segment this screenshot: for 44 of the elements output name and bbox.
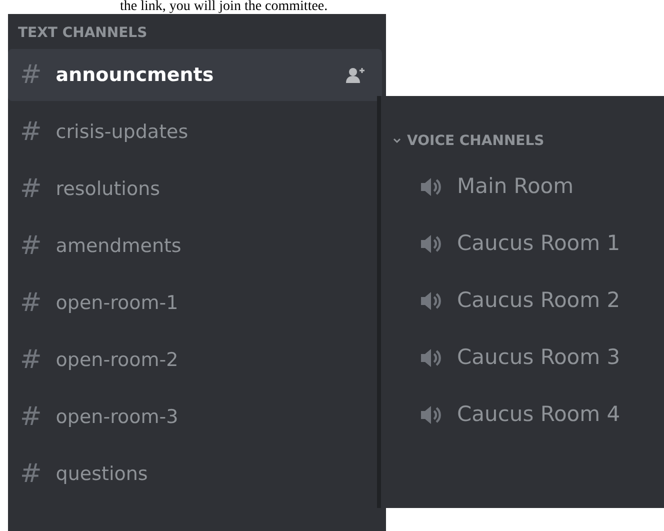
channel-name: open-room-3 — [56, 404, 180, 430]
hash-icon: # — [20, 233, 42, 259]
voice-channel-item[interactable]: Caucus Room 4 — [381, 386, 664, 443]
channel-name: resolutions — [56, 176, 162, 202]
channel-item[interactable]: # amendments — [8, 220, 374, 272]
channel-name: Caucus Room 1 — [457, 230, 620, 257]
chevron-icon[interactable] — [393, 138, 401, 144]
hash-icon: # — [20, 62, 42, 88]
channel-name: Caucus Room 3 — [457, 344, 620, 371]
channel-item[interactable]: # crisis-updates — [8, 106, 374, 158]
channel-name: questions — [56, 462, 149, 487]
channel-name: amendments — [56, 234, 182, 259]
channel-item[interactable]: # announcments — [8, 49, 382, 101]
hash-icon: # — [20, 461, 42, 487]
voice-channel-item[interactable]: Caucus Room 1 — [381, 215, 664, 272]
channel-item[interactable]: # open-room-3 — [8, 391, 374, 443]
voice-channel-item[interactable]: Main Room — [381, 158, 664, 215]
speaker-icon — [419, 176, 443, 198]
add-member-icon[interactable] — [346, 67, 366, 83]
channel-item[interactable]: # resolutions — [8, 163, 374, 215]
channel-name: crisis-updates — [56, 120, 190, 145]
speaker-icon — [419, 346, 443, 368]
channel-name: announcments — [56, 62, 215, 88]
section-header: TEXT CHANNELS — [18, 24, 148, 42]
channel-name: Caucus Room 2 — [457, 286, 620, 314]
channel-item[interactable]: # questions — [8, 448, 374, 500]
speaker-icon — [419, 290, 443, 312]
channel-name: Caucus Room 4 — [457, 400, 620, 428]
channel-item[interactable]: # open-room-2 — [8, 334, 374, 386]
hash-icon: # — [20, 290, 42, 316]
channel-name: Main Room — [457, 172, 574, 200]
voice-channel-item[interactable]: Caucus Room 2 — [381, 272, 664, 329]
hash-icon: # — [20, 347, 42, 373]
voice-channel-item[interactable]: Caucus Room 3 — [381, 329, 664, 386]
hash-icon: # — [20, 404, 42, 430]
channel-item[interactable]: # open-room-1 — [8, 277, 374, 329]
section-header: VOICE CHANNELS — [407, 132, 544, 150]
caption-text: the link, you will join the committee. — [120, 0, 328, 14]
speaker-icon — [419, 404, 443, 426]
channel-name: open-room-1 — [56, 290, 180, 316]
channel-name: open-room-2 — [56, 348, 180, 373]
speaker-icon — [419, 232, 443, 254]
hash-icon: # — [20, 119, 42, 145]
hash-icon: # — [20, 176, 42, 202]
